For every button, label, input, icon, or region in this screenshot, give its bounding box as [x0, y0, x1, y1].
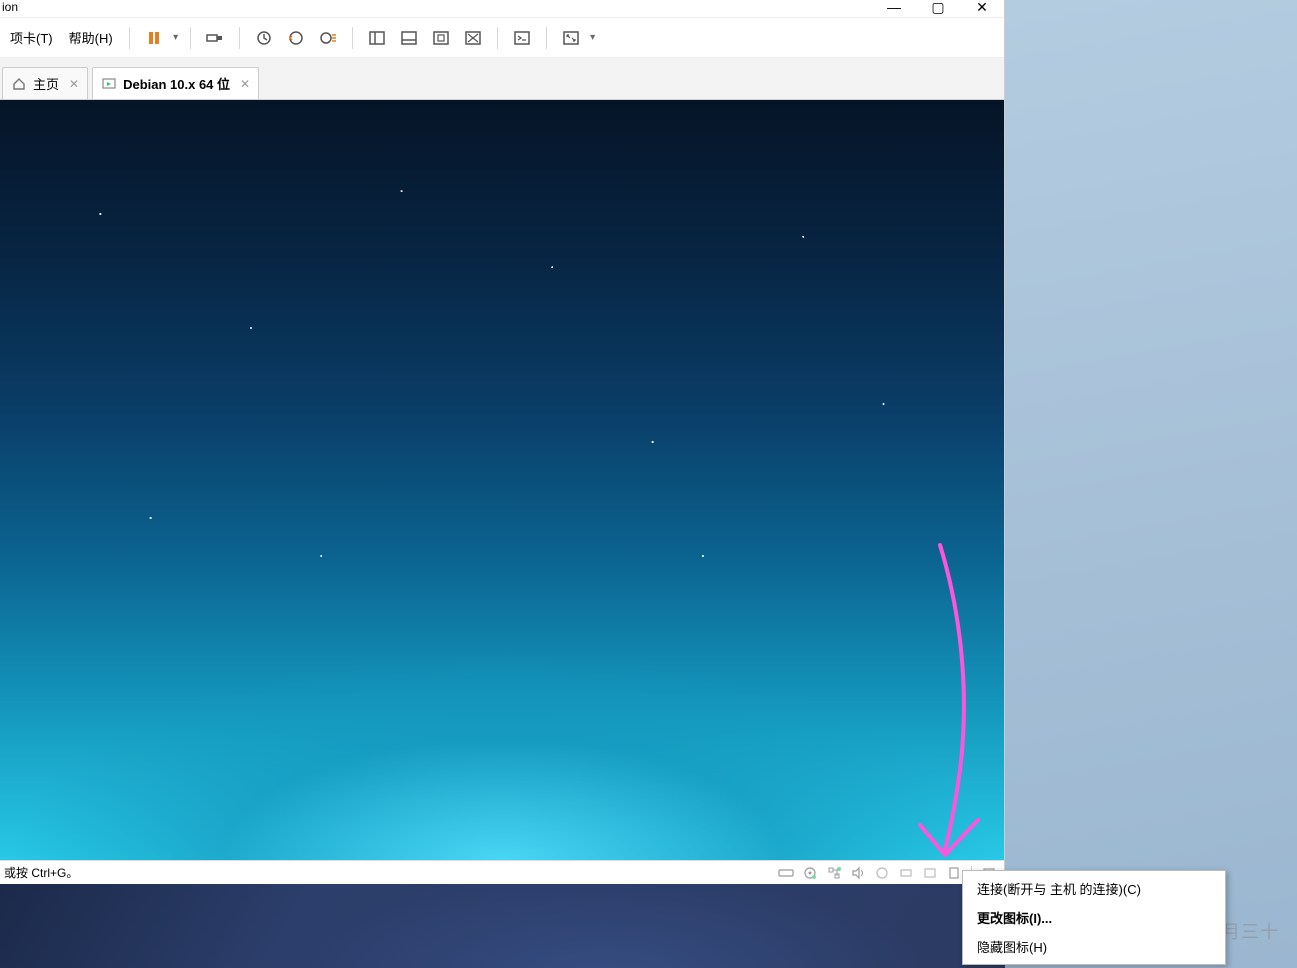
pause-icon	[146, 30, 162, 46]
tab-debian[interactable]: Debian 10.x 64 位 ✕	[92, 67, 259, 99]
fullscreen-icon	[563, 31, 579, 45]
vmware-window: ion — ▢ ✕ 项卡(T) 帮助(H) ▾	[0, 0, 1005, 884]
menubar: 项卡(T) 帮助(H) ▾	[0, 18, 1004, 58]
tray-cd-icon[interactable]	[799, 862, 821, 884]
clock-icon	[256, 30, 272, 46]
snapshot-take-button[interactable]	[250, 24, 278, 52]
host-desktop-right	[1005, 0, 1297, 968]
usb-connect-button[interactable]	[201, 24, 229, 52]
minimize-button[interactable]: —	[872, 0, 916, 18]
clock-revert-icon	[288, 30, 304, 46]
ctx-hide-icon[interactable]: 隐藏图标(H)	[963, 932, 1225, 961]
tray-disk-icon[interactable]	[775, 862, 797, 884]
window-controls: — ▢ ✕	[872, 0, 1004, 18]
unity-single-button[interactable]	[395, 24, 423, 52]
tray-network-icon[interactable]	[823, 862, 845, 884]
layout-split-icon	[369, 31, 385, 45]
separator	[190, 27, 191, 49]
chevron-down-icon: ▾	[170, 32, 182, 43]
tray-printer-icon[interactable]	[895, 862, 917, 884]
vm-viewport[interactable]	[0, 100, 1004, 860]
snapshot-revert-button[interactable]	[282, 24, 310, 52]
console-icon	[514, 31, 530, 45]
snapshot-manager-button[interactable]	[314, 24, 342, 52]
titlebar[interactable]: ion — ▢ ✕	[0, 0, 1004, 18]
chevron-down-icon: ▾	[587, 32, 599, 43]
tab-debian-label: Debian 10.x 64 位	[123, 74, 230, 93]
menu-tabs[interactable]: 项卡(T)	[2, 24, 61, 51]
tab-close-icon[interactable]: ✕	[69, 78, 79, 90]
tray-usb-icon[interactable]	[871, 862, 893, 884]
guest-desktop-glow	[0, 560, 1004, 860]
maximize-button[interactable]: ▢	[916, 0, 960, 18]
fit-icon	[433, 31, 449, 45]
vm-running-icon	[101, 76, 117, 92]
statusbar: 或按 Ctrl+G。	[0, 860, 1004, 884]
unity-seamless-button[interactable]	[363, 24, 391, 52]
home-icon	[11, 76, 27, 92]
context-menu: 连接(断开与 主机 的连接)(C) 更改图标(I)... 隐藏图标(H)	[962, 870, 1226, 965]
titlebar-fragment: ion	[0, 0, 18, 14]
separator	[239, 27, 240, 49]
clock-list-icon	[320, 30, 336, 46]
tab-close-icon[interactable]: ✕	[240, 78, 250, 90]
tab-home[interactable]: 主页 ✕	[2, 67, 88, 99]
tray-sound-icon[interactable]	[847, 862, 869, 884]
ctx-connect[interactable]: 连接(断开与 主机 的连接)(C)	[963, 874, 1225, 903]
close-button[interactable]: ✕	[960, 0, 1004, 18]
separator	[546, 27, 547, 49]
tabbar: 主页 ✕ Debian 10.x 64 位 ✕	[0, 58, 1004, 100]
fullscreen-button[interactable]: ▾	[555, 24, 599, 52]
stretch-icon	[465, 31, 481, 45]
separator	[497, 27, 498, 49]
host-desktop-bottom	[0, 884, 1005, 968]
status-hint: 或按 Ctrl+G。	[4, 864, 78, 881]
tab-home-label: 主页	[33, 74, 59, 93]
console-button[interactable]	[508, 24, 536, 52]
stretch-guest-button[interactable]	[459, 24, 487, 52]
separator	[352, 27, 353, 49]
fit-guest-button[interactable]	[427, 24, 455, 52]
pause-button[interactable]: ▾	[138, 24, 182, 52]
menu-help[interactable]: 帮助(H)	[61, 24, 121, 51]
separator	[129, 27, 130, 49]
usb-icon	[206, 30, 224, 46]
tray-hdd-icon[interactable]	[919, 862, 941, 884]
ctx-change-icon[interactable]: 更改图标(I)...	[963, 903, 1225, 932]
layout-bottom-icon	[401, 31, 417, 45]
